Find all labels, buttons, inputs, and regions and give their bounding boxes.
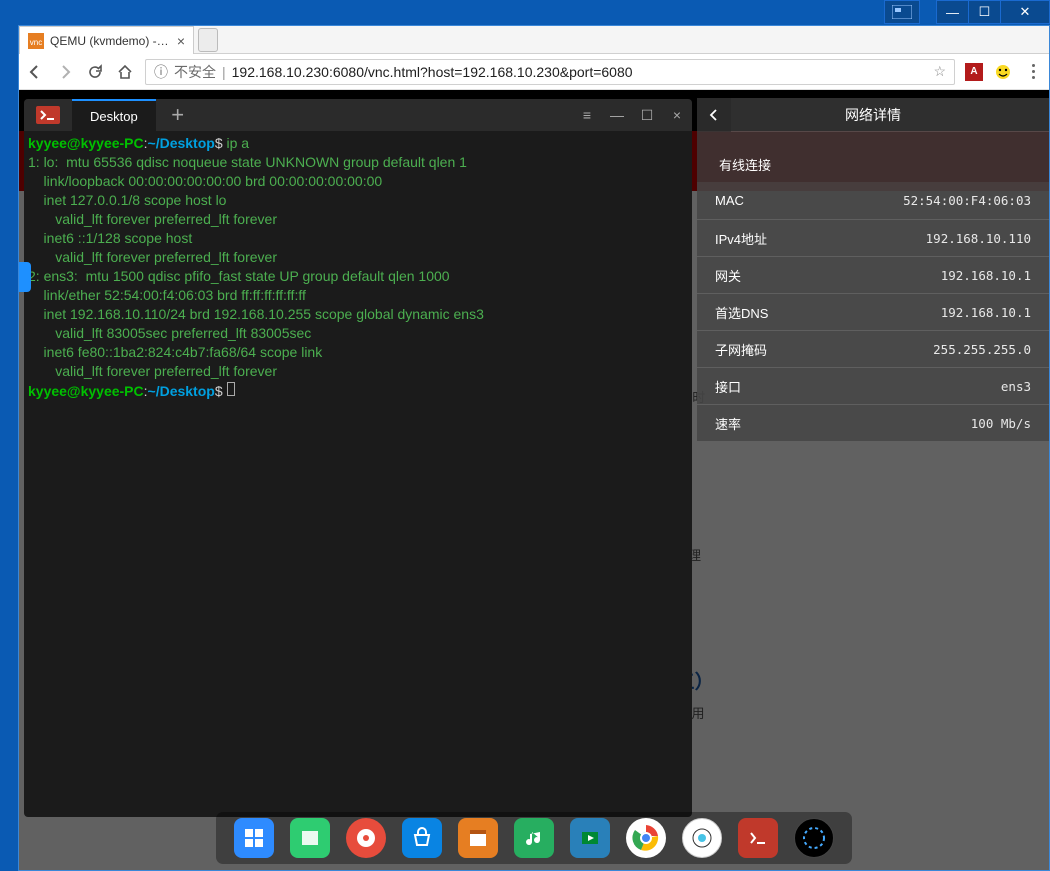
network-panel-title: 网络详情 (845, 105, 901, 125)
bookmark-star-icon[interactable]: ☆ (933, 63, 946, 80)
terminal-menu-icon[interactable]: ≡ (572, 99, 602, 131)
forward-button[interactable] (55, 62, 75, 82)
terminal-close-button[interactable]: × (662, 99, 692, 131)
back-button[interactable] (25, 62, 45, 82)
chrome-menu-button[interactable] (1023, 62, 1043, 82)
net-row-speed: 速率100 Mb/s (697, 404, 1049, 441)
tab-close-icon[interactable]: × (177, 33, 185, 49)
launcher-icon[interactable] (234, 818, 274, 858)
net-row-netmask: 子网掩码255.255.255.0 (697, 330, 1049, 367)
terminal-window[interactable]: Desktop + ≡ — ☐ × kyyee@kyyee-PC:~/Deskt… (24, 99, 692, 817)
terminal-body[interactable]: kyyee@kyyee-PC:~/Desktop$ ip a 1: lo: mt… (24, 131, 692, 406)
url-separator: | (222, 64, 226, 80)
disk-icon[interactable] (346, 818, 386, 858)
url-text: 192.168.10.230:6080/vnc.html?host=192.16… (232, 64, 633, 80)
software-icon[interactable] (458, 818, 498, 858)
browser-toolbar: ⓘ 不安全 | 192.168.10.230:6080/vnc.html?hos… (19, 54, 1049, 90)
desktop-dock (216, 812, 852, 864)
terminal-maximize-button[interactable]: ☐ (632, 99, 662, 131)
browser-tab[interactable]: vnc QEMU (kvmdemo) - nc × (19, 26, 194, 54)
net-row-mac: MAC52:54:00:F4:06:03 (697, 182, 1049, 219)
adobe-extension-icon[interactable]: A (965, 63, 983, 81)
more-icon[interactable] (794, 818, 834, 858)
address-bar[interactable]: ⓘ 不安全 | 192.168.10.230:6080/vnc.html?hos… (145, 59, 955, 85)
security-info-icon[interactable]: ⓘ (154, 62, 168, 82)
network-details-panel: 网络详情 有线连接 MAC52:54:00:F4:06:03 IPv4地址192… (697, 98, 1049, 441)
terminal-icon[interactable] (738, 818, 778, 858)
net-row-ipv4: IPv4地址192.168.10.110 (697, 219, 1049, 256)
vnc-viewport[interactable]: kyyee + 加关注发私信 访问： 2738次 积分： 198 等级： 排名：… (19, 90, 1049, 870)
files-icon[interactable] (290, 818, 330, 858)
music-icon[interactable] (514, 818, 554, 858)
svg-text:vnc: vnc (30, 38, 42, 47)
network-section-header: 有线连接 (697, 146, 1049, 182)
network-back-button[interactable] (697, 98, 731, 132)
new-tab-button[interactable] (198, 28, 218, 52)
reload-button[interactable] (85, 62, 105, 82)
window-close-button[interactable]: ✕ (1000, 0, 1050, 24)
net-row-dns: 首选DNS192.168.10.1 (697, 293, 1049, 330)
extension-icon[interactable] (993, 62, 1013, 82)
terminal-tab-desktop[interactable]: Desktop (72, 99, 156, 131)
terminal-new-tab-button[interactable]: + (156, 102, 200, 128)
terminal-app-icon (24, 106, 72, 124)
terminal-minimize-button[interactable]: — (602, 99, 632, 131)
window-minimize-button[interactable]: — (936, 0, 968, 24)
net-row-gateway: 网关192.168.10.1 (697, 256, 1049, 293)
window-controls: — ☐ ✕ (936, 0, 1050, 24)
net-row-interface: 接口ens3 (697, 367, 1049, 404)
chrome-browser-window: vnc QEMU (kvmdemo) - nc × ⓘ 不安全 | 192.16… (18, 25, 1050, 871)
security-label: 不安全 (174, 62, 216, 82)
home-button[interactable] (115, 62, 135, 82)
store-icon[interactable] (402, 818, 442, 858)
workspace-switcher-button[interactable] (884, 0, 920, 24)
browser-tabstrip: vnc QEMU (kvmdemo) - nc × (19, 26, 1049, 54)
settings-icon[interactable] (682, 818, 722, 858)
tab-title: QEMU (kvmdemo) - nc (50, 34, 171, 48)
video-icon[interactable] (570, 818, 610, 858)
novnc-handle[interactable] (19, 262, 31, 292)
chrome-icon[interactable] (626, 818, 666, 858)
tab-favicon-vnc-icon: vnc (28, 33, 44, 49)
window-maximize-button[interactable]: ☐ (968, 0, 1000, 24)
terminal-tabbar: Desktop + ≡ — ☐ × (24, 99, 692, 131)
